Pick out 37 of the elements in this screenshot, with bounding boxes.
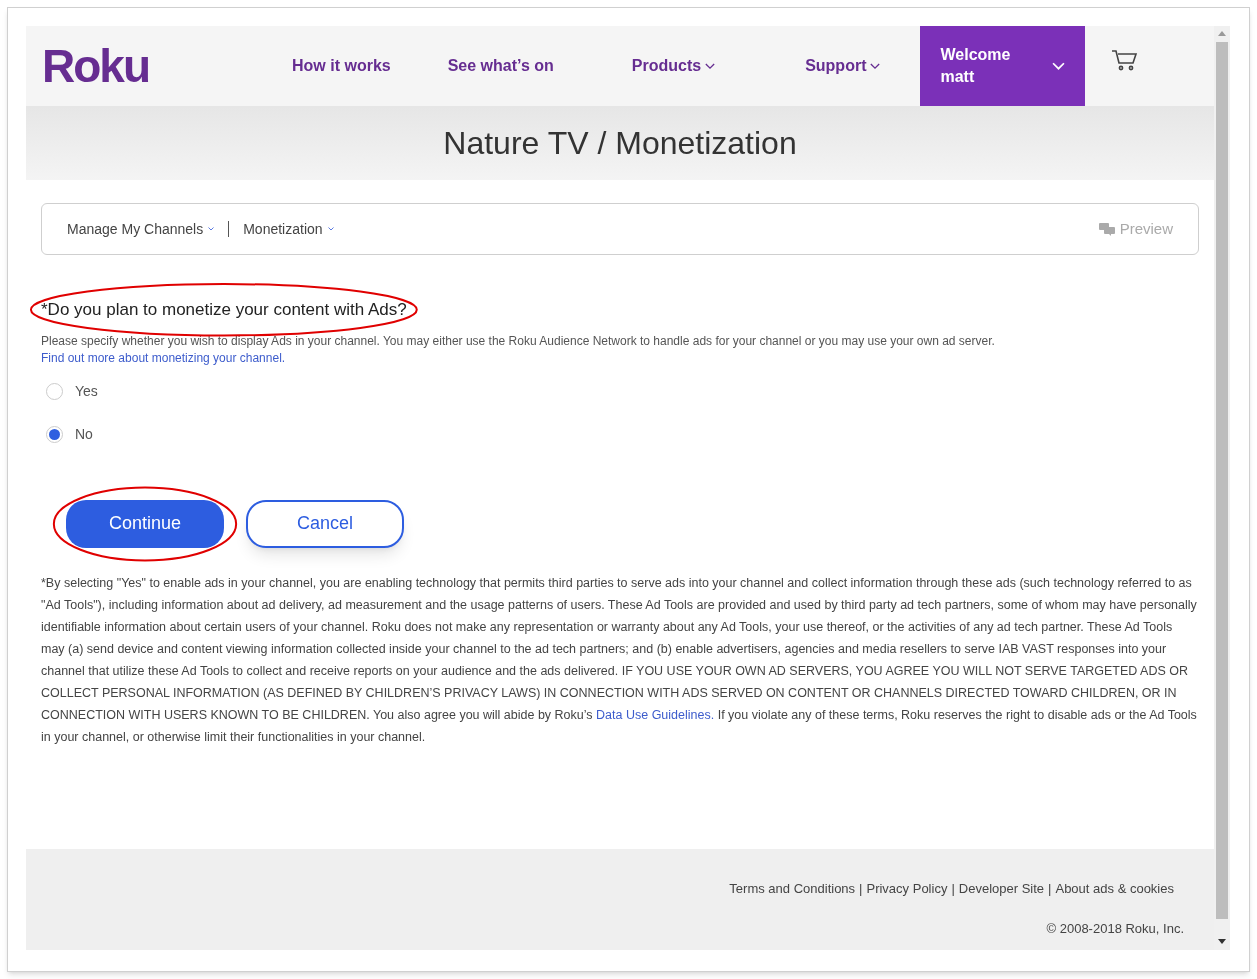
chevron-down-icon: [705, 62, 716, 70]
footer-link[interactable]: Developer Site: [958, 879, 1045, 899]
question-description: Please specify whether you wish to display Ads in your channel. You may either use the Roku Audience Network to handle ads for your channel or you may use your own ad server. Find out more about monetizing your channel.: [41, 332, 996, 367]
scrollbar[interactable]: [1214, 26, 1230, 950]
footer-link[interactable]: Privacy Policy: [866, 879, 948, 899]
chevron-down-icon: [1052, 61, 1066, 71]
account-menu-button[interactable]: Welcome matt: [920, 26, 1086, 106]
nav-link[interactable]: How it works: [292, 54, 391, 78]
chevron-down-icon: [870, 62, 881, 70]
radio-button[interactable]: [46, 425, 63, 443]
nav-link[interactable]: See what’s on: [447, 54, 554, 78]
breadcrumb-dropdown[interactable]: Monetization: [243, 218, 334, 240]
radio-label: Yes: [75, 381, 98, 401]
radio-label: No: [75, 424, 93, 444]
chevron-down-icon: [208, 227, 215, 231]
footer-link[interactable]: Terms and Conditions: [729, 879, 856, 899]
nav-link[interactable]: Support: [805, 54, 881, 78]
copyright-text: © 2008-2018 Roku, Inc.: [1046, 919, 1184, 938]
nav-link[interactable]: Products: [631, 54, 716, 78]
footer-link[interactable]: About ads & cookies: [1055, 879, 1174, 899]
disclaimer-text: *By selecting "Yes" to enable ads in your channel, you are enabling technology that permits third parties to serve ads into your channel and collect information through these ads (such technology referred to as "Ad Tools"), including information about ad delivery, ad measurement and the usage patterns of users. These Ad Tools are provided and used by third party ad tech partners, some of whom may have personally identifiable information about certain users of your channel. Roku does not make any representation or warranty about any Ad Tools, your use thereof, or the activities of any ad tech partner. These Ad Tools may (a) send device and content viewing information collected inside your channel to the ad tech partners; and (b) enable advertisers, agencies and media resellers to serve IAB VAST responses into your channel that utilize these Ad Tools to collect and receive reports on your audience and the ads delivered. IF YOU USE YOUR OWN AD SERVERS, YOU AGREE YOU WILL NOT SERVE TARGETED ADS OR COLLECT PERSONAL INFORMATION (AS DEFINED BY CHILDREN’S PRIVACY LAWS) IN CONNECTION WITH ADS SERVED ON CONTENT OR CHANNELS DIRECTED TOWARD CHILDREN, OR IN CONNECTION WITH USERS KNOWN TO BE CHILDREN. You also agree you will abide by Roku’s Data Use Guidelines. If you violate any of these terms, Roku reserves the right to disable ads or the Ad Tools in your channel, or otherwise limit their functionalities in your channel.: [41, 574, 1198, 746]
roku-logo[interactable]: Roku: [42, 43, 232, 89]
chat-bubbles-icon: [1098, 222, 1115, 236]
radio-button[interactable]: [46, 382, 63, 400]
scroll-down-arrow-icon[interactable]: [1218, 939, 1226, 944]
page-title: Nature TV / Monetization: [443, 124, 797, 163]
learn-more-link[interactable]: Find out more about monetizing your channel.: [41, 350, 286, 365]
separator-text: |: [1048, 880, 1052, 898]
separator-text: |: [951, 880, 955, 898]
separator-text: |: [859, 880, 863, 898]
guidelines-link[interactable]: Data Use Guidelines.: [596, 707, 715, 722]
question-heading: *Do you plan to monetize your content with Ads?: [41, 299, 407, 321]
breadcrumb-dropdown[interactable]: Manage My Channels: [67, 218, 215, 240]
continue-button[interactable]: Continue: [66, 499, 224, 548]
chevron-down-icon: [327, 227, 334, 231]
cancel-button[interactable]: Cancel: [246, 499, 404, 548]
cart-icon[interactable]: [1111, 49, 1140, 73]
